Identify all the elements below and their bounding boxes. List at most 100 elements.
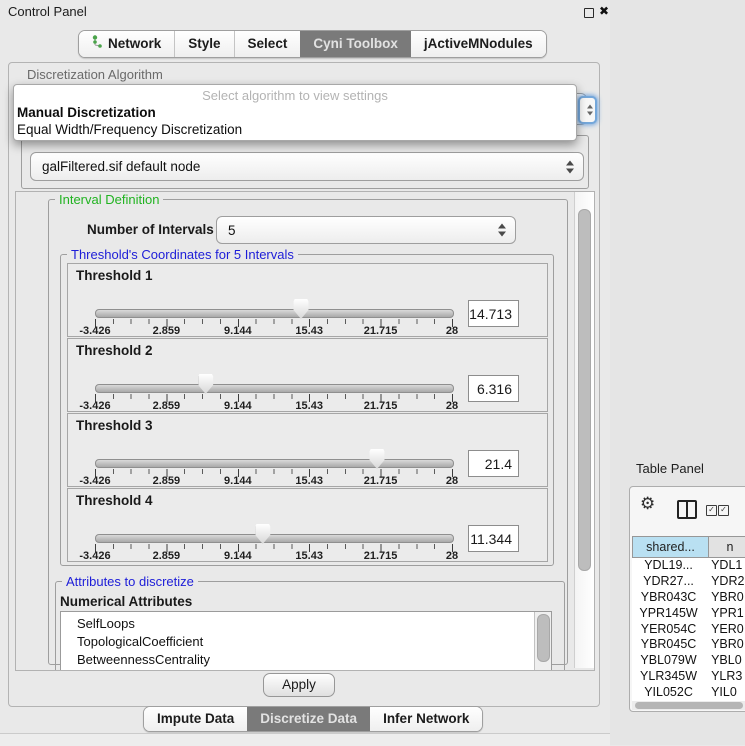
list-item[interactable]: TopologicalCoefficient bbox=[77, 633, 203, 651]
checkbox-icon[interactable]: ✓ bbox=[706, 505, 717, 516]
threshold-1-slider-track[interactable] bbox=[95, 309, 454, 318]
tick-label: 21.715 bbox=[364, 550, 398, 562]
control-panel-titlebar: Control Panel ✖ bbox=[0, 0, 620, 24]
numerical-attributes-label: Numerical Attributes bbox=[60, 594, 192, 609]
bottom-tab-impute-data[interactable]: Impute Data bbox=[144, 707, 247, 731]
threshold-4-slider-track[interactable] bbox=[95, 534, 454, 543]
tick-label: -3.426 bbox=[79, 550, 110, 562]
threshold-1-value-input[interactable]: 14.713 bbox=[468, 300, 519, 327]
table-row[interactable]: YBL079WYBL0 bbox=[632, 653, 745, 669]
apply-button[interactable]: Apply bbox=[263, 673, 335, 697]
tick-label: 9.144 bbox=[224, 475, 252, 487]
table-data-group: Table Data galFiltered.sif default node bbox=[21, 135, 589, 189]
number-of-intervals-label: Number of Intervals bbox=[87, 222, 214, 237]
slider-ticks bbox=[95, 544, 454, 552]
algorithm-combobox-stepper[interactable] bbox=[578, 96, 597, 124]
tick-label: 9.144 bbox=[224, 325, 252, 337]
tick-label: 15.43 bbox=[295, 400, 323, 412]
tick-label: 28 bbox=[446, 325, 458, 337]
interval-definition-group: Interval Definition Number of Intervals … bbox=[48, 199, 568, 665]
table-row[interactable]: YDL19...YDL1 bbox=[632, 558, 745, 574]
table-row[interactable]: YBR043CYBR0 bbox=[632, 590, 745, 606]
number-of-intervals-combobox[interactable]: 5 bbox=[216, 216, 516, 244]
split-view-icon[interactable] bbox=[677, 500, 697, 519]
stepper-arrows-icon bbox=[587, 105, 593, 116]
table-panel-title: Table Panel bbox=[636, 461, 704, 476]
table-data-combobox-value: galFiltered.sif default node bbox=[42, 153, 200, 180]
column-header-name[interactable]: n bbox=[709, 536, 745, 558]
float-window-icon[interactable] bbox=[584, 8, 594, 18]
threshold-4-value-input[interactable]: 11.344 bbox=[468, 525, 519, 552]
threshold-panel-3: Threshold 3 -3.426 2.859 9.144 15.43 21.… bbox=[67, 413, 548, 487]
threshold-2-value-input[interactable]: 6.316 bbox=[468, 375, 519, 402]
list-item[interactable]: SelfLoops bbox=[77, 615, 135, 633]
numerical-attributes-list: SelfLoops TopologicalCoefficient Between… bbox=[60, 611, 552, 671]
threshold-3-slider-track[interactable] bbox=[95, 459, 454, 468]
list-item[interactable]: BetweennessCentrality bbox=[77, 651, 210, 669]
threshold-panel-2: Threshold 2 -3.426 2.859 9.144 15.43 21.… bbox=[67, 338, 548, 412]
tick-label: 2.859 bbox=[153, 475, 181, 487]
threshold-3-label: Threshold 3 bbox=[76, 418, 153, 433]
settings-gear-icon[interactable]: ⚙ bbox=[640, 494, 655, 514]
table-row[interactable]: YIL052CYIL0 bbox=[632, 685, 745, 701]
threshold-3-value-input[interactable]: 21.4 bbox=[468, 450, 519, 477]
list-scrollbar[interactable] bbox=[534, 612, 551, 670]
tab-network[interactable]: Network bbox=[79, 31, 175, 57]
popup-item-equal-width-frequency[interactable]: Equal Width/Frequency Discretization bbox=[17, 122, 242, 137]
horizontal-scrollbar[interactable] bbox=[632, 701, 745, 710]
close-icon[interactable]: ✖ bbox=[599, 4, 609, 18]
table-rows: YDL19...YDL1 YDR27...YDR2 YBR043CYBR0 YP… bbox=[632, 558, 745, 701]
number-of-intervals-value: 5 bbox=[228, 217, 236, 243]
attributes-group-label: Attributes to discretize bbox=[62, 574, 198, 589]
tab-select[interactable]: Select bbox=[235, 31, 301, 57]
tick-label: -3.426 bbox=[79, 400, 110, 412]
tick-label: 21.715 bbox=[364, 400, 398, 412]
bottom-tab-discretize-data[interactable]: Discretize Data bbox=[247, 707, 370, 731]
popup-item-manual-discretization[interactable]: Manual Discretization bbox=[17, 105, 156, 120]
table-row[interactable]: YLR345WYLR3 bbox=[632, 669, 745, 685]
tick-label: 9.144 bbox=[224, 400, 252, 412]
table-row[interactable]: YER054CYER0 bbox=[632, 622, 745, 638]
right-section: GAL80 GA C GAL11 GAL4 GCY1 H HAP2 Table … bbox=[610, 0, 745, 745]
table-row[interactable]: YBR045CYBR0 bbox=[632, 637, 745, 653]
stepper-arrows-icon bbox=[566, 160, 574, 173]
bottom-tab-infer-network[interactable]: Infer Network bbox=[370, 707, 482, 731]
threshold-4-label: Threshold 4 bbox=[76, 493, 153, 508]
window-title: Control Panel bbox=[8, 4, 87, 19]
control-panel-tabbar: Network Style Select Cyni Toolbox jActiv… bbox=[78, 30, 547, 58]
checkbox-icon[interactable]: ✓ bbox=[718, 505, 729, 516]
stepper-arrows-icon bbox=[498, 224, 506, 237]
table-data-combobox[interactable]: galFiltered.sif default node bbox=[30, 152, 584, 181]
tick-label: -3.426 bbox=[79, 325, 110, 337]
vertical-scrollbar[interactable] bbox=[574, 192, 594, 668]
scrollbar-thumb[interactable] bbox=[635, 702, 743, 709]
window-bottom-edge bbox=[0, 733, 610, 746]
tick-label: 15.43 bbox=[295, 325, 323, 337]
scrollbar-thumb[interactable] bbox=[537, 614, 550, 662]
threshold-panel-1: Threshold 1 -3.426 2.859 9.144 15.43 21.… bbox=[67, 263, 548, 337]
column-header-shared-name[interactable]: shared... bbox=[632, 536, 709, 558]
tick-label: -3.426 bbox=[79, 475, 110, 487]
threshold-2-label: Threshold 2 bbox=[76, 343, 153, 358]
thresholds-group-label: Threshold's Coordinates for 5 Intervals bbox=[67, 247, 298, 262]
table-panel: ⚙ ✓ ✓ shared... n YDL19...YDL1 YDR27...Y… bbox=[629, 486, 745, 712]
tick-label: 15.43 bbox=[295, 475, 323, 487]
table-row[interactable]: YPR145WYPR1 bbox=[632, 606, 745, 622]
cyni-bottom-tabbar: Impute Data Discretize Data Infer Networ… bbox=[143, 706, 483, 732]
tick-label: 2.859 bbox=[153, 325, 181, 337]
tab-cyni-toolbox[interactable]: Cyni Toolbox bbox=[300, 31, 411, 57]
slider-ticks bbox=[95, 319, 454, 327]
tick-label: 21.715 bbox=[364, 325, 398, 337]
tick-label: 9.144 bbox=[224, 550, 252, 562]
tab-jactivemnodules[interactable]: jActiveMNodules bbox=[411, 31, 546, 57]
slider-ticks bbox=[95, 394, 454, 402]
tick-label: 28 bbox=[446, 475, 458, 487]
tab-style[interactable]: Style bbox=[175, 31, 234, 57]
table-row[interactable]: YDR27...YDR2 bbox=[632, 574, 745, 590]
scrollbar-thumb[interactable] bbox=[578, 209, 591, 571]
tick-label: 2.859 bbox=[153, 400, 181, 412]
threshold-2-slider-track[interactable] bbox=[95, 384, 454, 393]
threshold-1-label: Threshold 1 bbox=[76, 268, 153, 283]
tick-label: 15.43 bbox=[295, 550, 323, 562]
tick-label: 2.859 bbox=[153, 550, 181, 562]
